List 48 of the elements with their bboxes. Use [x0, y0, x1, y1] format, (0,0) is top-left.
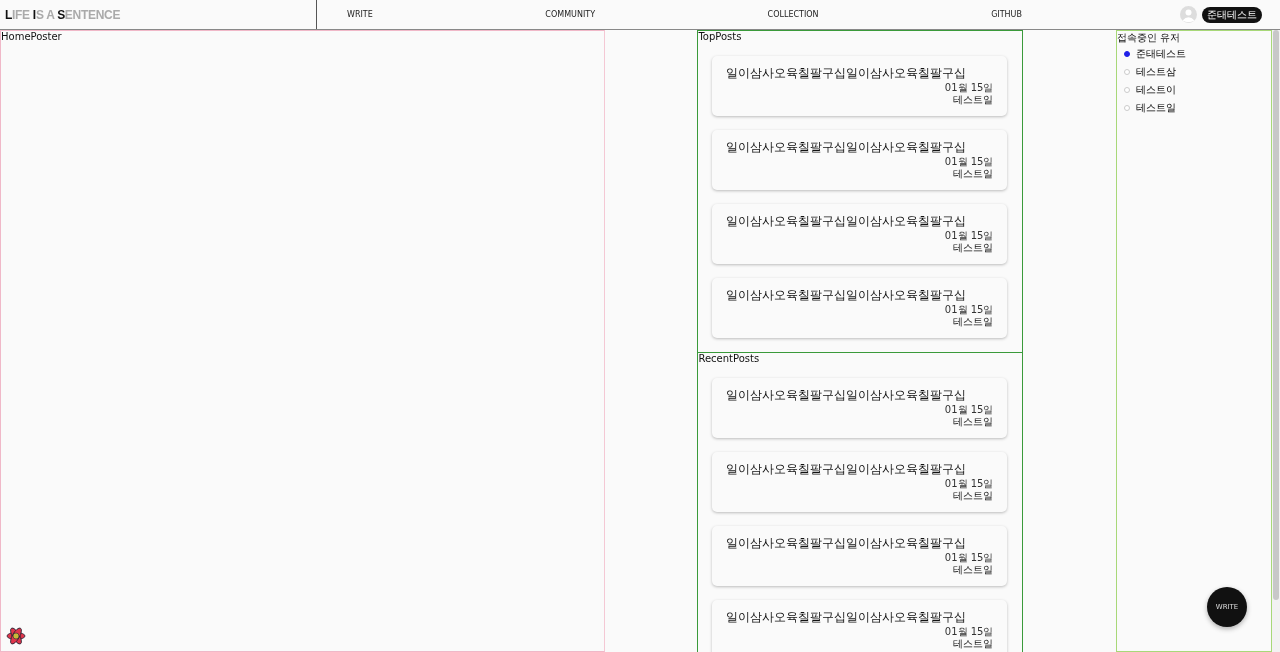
- post-card[interactable]: 일이삼사오육칠팔구십일이삼사오육칠팔구십 01월 15일 테스트일: [712, 526, 1008, 586]
- post-card[interactable]: 일이삼사오육칠팔구십일이삼사오육칠팔구십 01월 15일 테스트일: [712, 378, 1008, 438]
- nav-link[interactable]: GITHUB: [991, 10, 1022, 19]
- post-card[interactable]: 일이삼사오육칠팔구십일이삼사오육칠팔구십 01월 15일 테스트일: [712, 600, 1008, 652]
- user-name: 테스트이: [1136, 83, 1177, 97]
- post-title: 일이삼사오육칠팔구십일이삼사오육칠팔구십: [726, 535, 967, 552]
- post-date: 01월 15일: [944, 230, 994, 242]
- avatar-icon[interactable]: [1180, 6, 1197, 23]
- post-author: 테스트일: [953, 316, 994, 328]
- post-card[interactable]: 일이삼사오육칠팔구십일이삼사오육칠팔구십 01월 15일 테스트일: [712, 278, 1008, 338]
- post-author: 테스트일: [953, 638, 994, 650]
- post-author: 테스트일: [953, 94, 994, 106]
- post-title: 일이삼사오육칠팔구십일이삼사오육칠팔구십: [726, 213, 967, 230]
- nav-link[interactable]: WRITE: [347, 10, 373, 19]
- post-date: 01월 15일: [944, 404, 994, 416]
- post-date: 01월 15일: [944, 156, 994, 168]
- post-card[interactable]: 일이삼사오육칠팔구십일이삼사오육칠팔구십 01월 15일 테스트일: [712, 204, 1008, 264]
- post-title: 일이삼사오육칠팔구십일이삼사오육칠팔구십: [726, 609, 967, 626]
- nav-link[interactable]: COLLECTION: [767, 10, 819, 19]
- post-author: 테스트일: [953, 242, 994, 254]
- post-title: 일이삼사오육칠팔구십일이삼사오육칠팔구십: [726, 461, 967, 478]
- post-title: 일이삼사오육칠팔구십일이삼사오육칠팔구십: [726, 65, 967, 82]
- post-date: 01월 15일: [944, 82, 994, 94]
- logo[interactable]: LIFE IS A SENTENCE: [5, 7, 121, 22]
- post-date: 01월 15일: [944, 478, 994, 490]
- user-name: 테스트일: [1136, 101, 1177, 115]
- post-card[interactable]: 일이삼사오육칠팔구십일이삼사오육칠팔구십 01월 15일 테스트일: [712, 130, 1008, 190]
- post-card[interactable]: 일이삼사오육칠팔구십일이삼사오육칠팔구십 01월 15일 테스트일: [712, 452, 1008, 512]
- section-label: TopPosts: [698, 31, 743, 42]
- post-author: 테스트일: [953, 564, 994, 576]
- post-date: 01월 15일: [944, 626, 994, 638]
- post-title: 일이삼사오육칠팔구십일이삼사오육칠팔구십: [726, 139, 967, 156]
- post-author: 테스트일: [953, 490, 994, 502]
- post-author: 테스트일: [953, 416, 994, 428]
- post-date: 01월 15일: [944, 304, 994, 316]
- section-label: 접속중인 유저: [1117, 31, 1182, 45]
- post-title: 일이삼사오육칠팔구십일이삼사오육칠팔구십: [726, 287, 967, 304]
- nav-link[interactable]: COMMUNITY: [545, 10, 596, 19]
- atom-icon: [6, 626, 26, 646]
- user-button[interactable]: 준태테스트: [1202, 6, 1262, 23]
- post-date: 01월 15일: [944, 552, 994, 564]
- user-name: 준태테스트: [1136, 47, 1187, 61]
- section-label: HomePoster: [1, 31, 63, 42]
- post-title: 일이삼사오육칠팔구십일이삼사오육칠팔구십: [726, 387, 967, 404]
- post-card[interactable]: 일이삼사오육칠팔구십일이삼사오육칠팔구십 01월 15일 테스트일: [712, 56, 1008, 116]
- post-author: 테스트일: [953, 168, 994, 180]
- section-label: RecentPosts: [698, 353, 761, 364]
- user-name: 테스트삼: [1136, 65, 1177, 79]
